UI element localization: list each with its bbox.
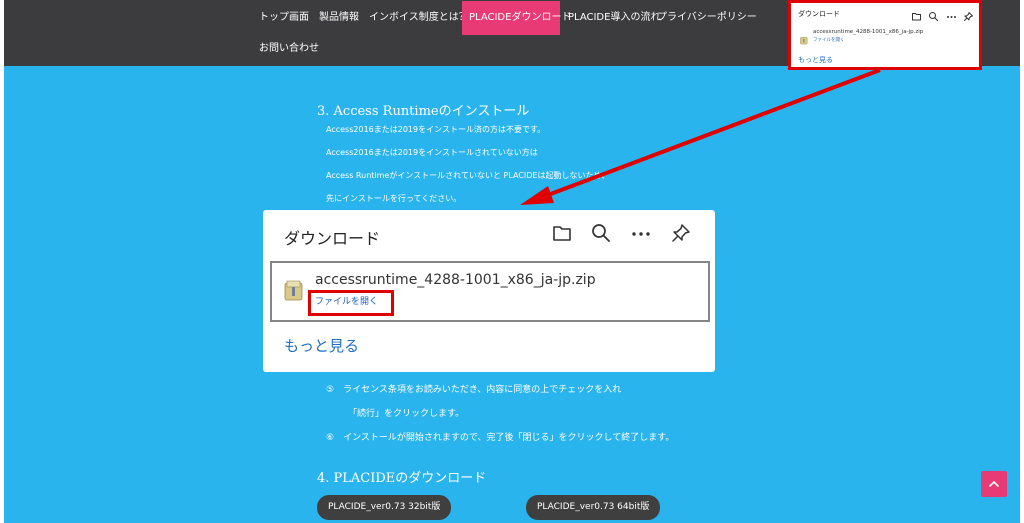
section-3-line-2: Access2016または2019をインストールされていない方は bbox=[326, 148, 538, 157]
highlight-box bbox=[308, 290, 394, 316]
nav-item-invoice[interactable]: インボイス制度とは？ bbox=[362, 1, 476, 35]
mini-see-more-link[interactable]: もっと見る bbox=[798, 55, 833, 65]
search-icon[interactable] bbox=[590, 222, 612, 248]
back-to-top-button[interactable] bbox=[981, 471, 1007, 497]
mini-zip-file-icon bbox=[800, 30, 808, 45]
nav-item-download[interactable]: PLACIDEダウンロード bbox=[462, 1, 571, 35]
mini-more-icon[interactable] bbox=[946, 7, 957, 26]
mini-popup-title: ダウンロード bbox=[798, 10, 840, 18]
more-icon[interactable] bbox=[630, 222, 652, 248]
step-5-line-2: 「続行」をクリックします。 bbox=[348, 409, 465, 419]
pin-icon[interactable] bbox=[670, 222, 692, 248]
see-more-link[interactable]: もっと見る bbox=[284, 335, 359, 356]
download-64bit-button[interactable]: PLACIDE_ver0.73 64bit版 bbox=[526, 495, 661, 520]
nav-item-products[interactable]: 製品情報 bbox=[312, 1, 366, 35]
mini-file-name: accessruntime_4288-1001_x86_ja-jp.zip bbox=[813, 29, 924, 35]
download-popup-mini: ダウンロード accessruntime_4288-1001_x86_ja-jp… bbox=[788, 0, 982, 70]
nav-item-top[interactable]: トップ画面 bbox=[252, 1, 316, 35]
download-32bit-button[interactable]: PLACIDE_ver0.73 32bit版 bbox=[317, 495, 452, 520]
folder-icon[interactable] bbox=[551, 222, 573, 248]
mini-folder-icon[interactable] bbox=[911, 7, 922, 26]
mini-search-icon[interactable] bbox=[928, 7, 939, 26]
screenshot-frame: トップ画面 製品情報 インボイス制度とは？ PLACIDEダウンロード PLAC… bbox=[0, 0, 1024, 523]
download-file-name: accessruntime_4288-1001_x86_ja-jp.zip bbox=[315, 272, 596, 288]
step-5-line-1: ⑤ ライセンス条項をお読みいただき、内容に同意の上でチェックを入れ bbox=[326, 385, 622, 395]
step-6: ⑥ インストールが開始されますので、完了後「閉じる」をクリックして終了します。 bbox=[326, 433, 675, 443]
mini-open-file-link[interactable]: ファイルを開く bbox=[813, 37, 845, 43]
zip-file-icon bbox=[284, 280, 304, 302]
chevron-up-icon bbox=[989, 481, 999, 487]
download-item[interactable]: accessruntime_4288-1001_x86_ja-jp.zip ファ… bbox=[270, 261, 710, 322]
nav-item-privacy[interactable]: プライバシーポリシー bbox=[650, 1, 764, 35]
section-3-heading: 3. Access Runtimeのインストール bbox=[317, 104, 530, 119]
section-3-line-3: Access Runtimeがインストールされていないと PLACIDEは起動し… bbox=[326, 171, 610, 180]
download-panel-enlarged: ダウンロード accessruntime_4288-1001_x86_ja-jp… bbox=[263, 210, 715, 372]
download-panel-title: ダウンロード bbox=[284, 229, 381, 248]
section-3-line-4: 先にインストールを行ってください。 bbox=[326, 194, 462, 203]
mini-pin-icon[interactable] bbox=[963, 7, 974, 26]
web-page: トップ画面 製品情報 インボイス制度とは？ PLACIDEダウンロード PLAC… bbox=[4, 0, 1020, 523]
section-3-line-1: Access2016または2019をインストール済の方は不要です。 bbox=[326, 125, 546, 134]
section-4-heading: 4. PLACIDEのダウンロード bbox=[317, 471, 487, 486]
nav-item-contact[interactable]: お問い合わせ bbox=[252, 32, 326, 66]
